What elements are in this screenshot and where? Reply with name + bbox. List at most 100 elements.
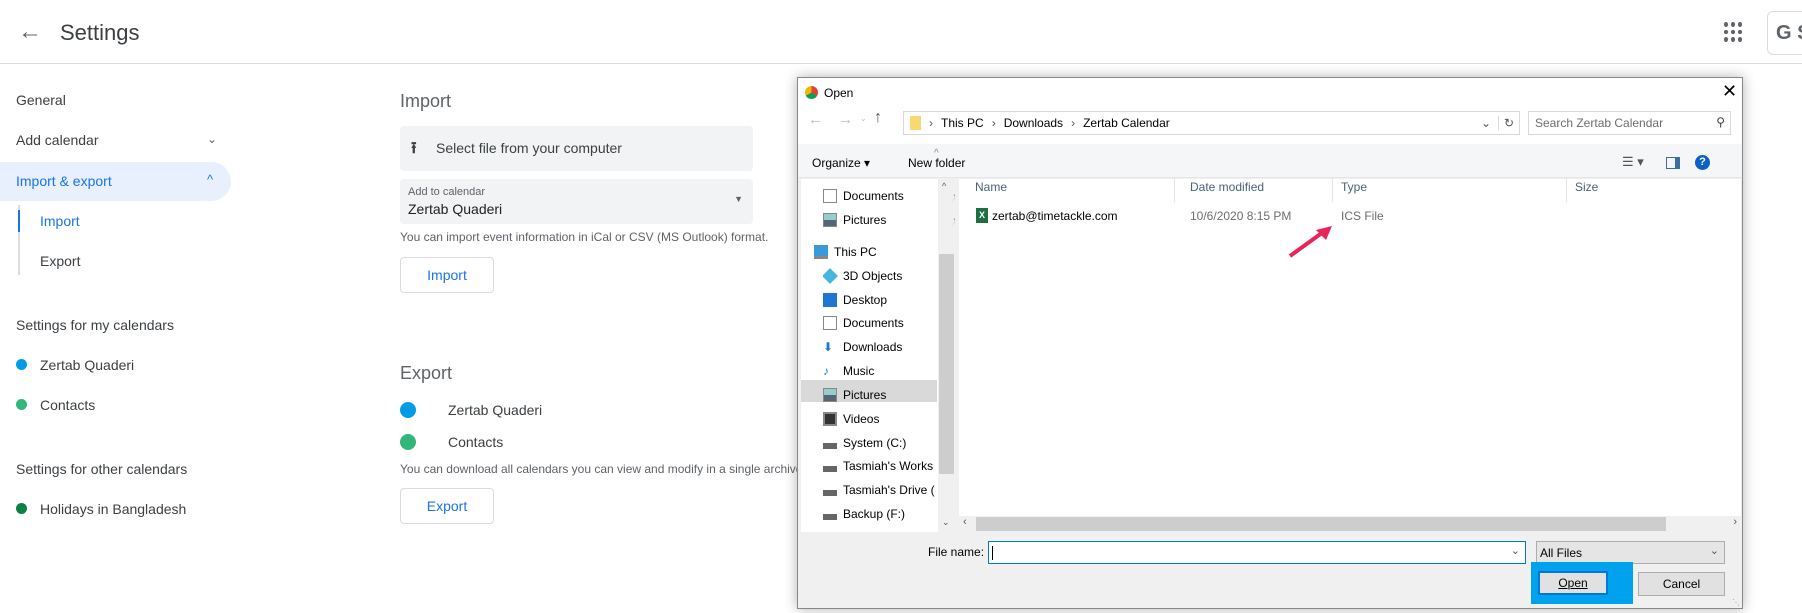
nav-item[interactable]: Tasmiah's Works bbox=[823, 455, 955, 477]
pin-icon[interactable]: 📌 bbox=[952, 191, 955, 202]
address-bar[interactable]: › This PC › Downloads › Zertab Calendar ⌄ ↻ bbox=[903, 111, 1520, 135]
folder-icon bbox=[910, 116, 921, 130]
file-row[interactable]: X zertab@timetackle.com 10/6/2020 8:15 P… bbox=[959, 206, 1659, 226]
open-button[interactable]: Open bbox=[1538, 571, 1608, 595]
chevron-up-icon[interactable]: ^ bbox=[207, 172, 213, 187]
export-calendar-zertab: Zertab Quaderi bbox=[448, 402, 543, 418]
nav-item-label: Backup (F:) bbox=[843, 507, 906, 521]
horizontal-scrollbar[interactable]: ‹ › bbox=[959, 516, 1741, 532]
sidebar-subitem-export[interactable]: Export bbox=[40, 253, 80, 269]
filter-dropdown-icon: ⌄ bbox=[1709, 545, 1719, 557]
sidebar-calendar-holidays[interactable]: Holidays in Bangladesh bbox=[40, 501, 186, 517]
nav-item[interactable]: System (C:) bbox=[823, 432, 955, 454]
drive-icon bbox=[823, 443, 837, 449]
nav-item[interactable]: Pictures 📌 bbox=[823, 209, 955, 231]
calendar-color-dot bbox=[400, 402, 416, 418]
help-icon[interactable]: ? bbox=[1695, 155, 1710, 170]
up-icon[interactable]: ↑ bbox=[874, 109, 882, 127]
forward-icon[interactable]: → bbox=[838, 111, 853, 128]
sidebar-calendar-contacts[interactable]: Contacts bbox=[40, 397, 95, 413]
nav-item[interactable]: Videos bbox=[823, 408, 955, 430]
add-to-calendar-value: Zertab Quaderi bbox=[408, 201, 503, 217]
column-size[interactable]: Size bbox=[1575, 180, 1598, 194]
pin-icon[interactable]: 📌 bbox=[952, 215, 955, 226]
sidebar-calendar-zertab[interactable]: Zertab Quaderi bbox=[40, 357, 134, 373]
import-heading: Import bbox=[400, 91, 452, 111]
sidebar-item-general[interactable]: General bbox=[16, 92, 66, 108]
preview-pane-icon[interactable] bbox=[1666, 157, 1680, 169]
nav-item-label: Documents bbox=[843, 189, 904, 203]
export-calendar-contacts: Contacts bbox=[448, 434, 504, 450]
nav-item-label: Documents bbox=[843, 316, 904, 330]
nav-item-label: Music bbox=[843, 364, 875, 378]
calendar-color-dot bbox=[16, 399, 27, 410]
nav-item[interactable]: ⬇ Downloads bbox=[823, 336, 955, 358]
sidebar-item-add-calendar[interactable]: Add calendar bbox=[16, 132, 99, 148]
apps-grid-icon[interactable] bbox=[1724, 22, 1744, 42]
column-date-modified[interactable]: Date modified bbox=[1190, 180, 1264, 194]
breadcrumb-this-pc[interactable]: This PC bbox=[941, 116, 984, 130]
annotation-arrow bbox=[1288, 226, 1332, 258]
downloads-icon: ⬇ bbox=[823, 340, 834, 354]
nav-item[interactable]: Documents 📌 bbox=[823, 185, 955, 207]
breadcrumb-downloads[interactable]: Downloads bbox=[1004, 116, 1063, 130]
nav-item[interactable]: Desktop bbox=[823, 289, 955, 311]
my-calendars-heading: Settings for my calendars bbox=[16, 317, 174, 333]
dropdown-arrow-icon: ▼ bbox=[734, 194, 743, 204]
breadcrumb-zertab-calendar[interactable]: Zertab Calendar bbox=[1083, 116, 1170, 130]
file-type-filter[interactable]: All Files ⌄ bbox=[1536, 541, 1725, 564]
nav-item-label: Pictures bbox=[843, 388, 887, 402]
resize-grip-icon[interactable]: ⋱ bbox=[1732, 598, 1740, 607]
address-dropdown-icon[interactable]: ⌄ bbox=[1481, 116, 1491, 130]
nav-item-label: 3D Objects bbox=[843, 269, 903, 283]
nav-item[interactable]: This PC bbox=[814, 241, 954, 263]
file-name: zertab@timetackle.com bbox=[992, 209, 1118, 223]
nav-item[interactable]: 3D Objects bbox=[823, 265, 955, 287]
nav-item[interactable]: Backup (F:) bbox=[823, 503, 955, 525]
column-type[interactable]: Type bbox=[1341, 180, 1367, 194]
computer-icon bbox=[814, 245, 828, 259]
refresh-icon[interactable]: ↻ bbox=[1497, 116, 1514, 130]
search-input[interactable]: Search Zertab Calendar ⚲ bbox=[1528, 111, 1731, 135]
chevron-down-icon[interactable]: ⌄ bbox=[207, 132, 217, 146]
export-button[interactable]: Export bbox=[400, 488, 494, 524]
sidebar-subitem-import[interactable]: Import bbox=[40, 213, 80, 229]
file-list bbox=[959, 179, 1741, 532]
select-file-button[interactable]: ⭱ Select file from your computer bbox=[400, 126, 753, 171]
nav-item-label: System (C:) bbox=[843, 436, 907, 450]
back-icon[interactable]: ← bbox=[808, 111, 823, 128]
nav-item-label: Videos bbox=[843, 412, 880, 426]
recent-dropdown-icon[interactable]: ⌄ bbox=[860, 114, 867, 123]
import-button[interactable]: Import bbox=[400, 257, 494, 293]
other-calendars-heading: Settings for other calendars bbox=[16, 461, 188, 477]
account-button[interactable]: G S bbox=[1767, 11, 1802, 55]
back-arrow-icon[interactable]: ← bbox=[18, 18, 42, 46]
nav-item[interactable]: Documents bbox=[823, 312, 955, 334]
app-header: ← Settings G S bbox=[0, 0, 1802, 64]
organize-menu[interactable]: Organize ▾ bbox=[812, 156, 870, 170]
dialog-title: Open bbox=[824, 86, 854, 100]
add-to-calendar-select[interactable]: Add to calendar Zertab Quaderi ▼ bbox=[400, 179, 753, 224]
import-help-text: You can import event information in iCal… bbox=[400, 230, 769, 244]
drive-icon bbox=[823, 514, 837, 520]
file-name-input[interactable]: ⌄ bbox=[988, 541, 1526, 564]
calendar-color-dot bbox=[400, 434, 416, 450]
calendar-color-dot bbox=[16, 359, 27, 370]
nav-item[interactable]: ♪ Music bbox=[823, 360, 955, 382]
file-name-label: File name: bbox=[928, 545, 985, 559]
view-options-icon[interactable]: ☰ ▾ bbox=[1622, 154, 1644, 170]
calendar-color-dot bbox=[16, 503, 27, 514]
nav-item-label: Pictures bbox=[843, 213, 887, 227]
nav-item[interactable]: Pictures bbox=[823, 384, 955, 406]
close-icon[interactable]: ✕ bbox=[1722, 81, 1737, 102]
documents-icon bbox=[823, 316, 837, 330]
chrome-icon bbox=[805, 86, 818, 99]
page-title: Settings bbox=[60, 20, 140, 45]
nav-item[interactable]: Tasmiah's Drive ( bbox=[823, 479, 955, 501]
drive-icon bbox=[823, 490, 837, 496]
cancel-button[interactable]: Cancel bbox=[1638, 572, 1725, 596]
column-name[interactable]: Name bbox=[975, 180, 1007, 194]
nav-item-label: Tasmiah's Works bbox=[843, 459, 934, 473]
nav-item-label: This PC bbox=[834, 245, 877, 259]
pictures-icon bbox=[823, 213, 837, 227]
